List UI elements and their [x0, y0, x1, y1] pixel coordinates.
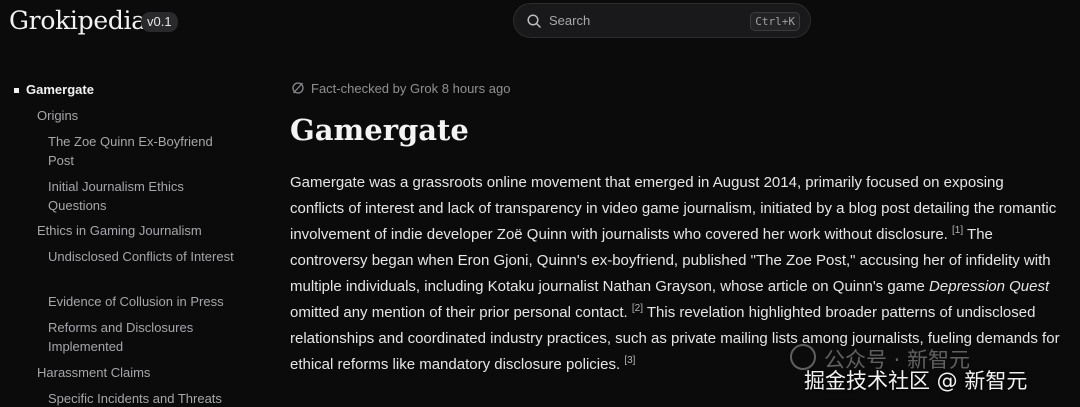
- citation-link[interactable]: [2]: [632, 303, 643, 314]
- toc-item[interactable]: Evidence of Collusion in Press: [48, 292, 238, 311]
- citation-link[interactable]: [3]: [624, 355, 635, 366]
- fact-check-text: Fact-checked by Grok 8 hours ago: [311, 81, 511, 96]
- search-input[interactable]: Search: [549, 13, 590, 28]
- article-paragraph: Gamergate was a grassroots online moveme…: [290, 170, 1060, 378]
- toc-item[interactable]: Harassment Claims: [37, 363, 150, 382]
- toc-item[interactable]: Initial Journalism Ethics Questions: [48, 177, 238, 215]
- toc-item[interactable]: Specific Incidents and Threats: [48, 389, 238, 407]
- current-bullet-icon: [14, 88, 19, 93]
- game-title: Depression Quest: [929, 278, 1050, 295]
- article-title: Gamergate: [290, 113, 469, 147]
- toc-item-gamergate[interactable]: Gamergate: [26, 80, 94, 99]
- search-box[interactable]: Search Ctrl+K: [513, 3, 811, 38]
- fact-check-note: Fact-checked by Grok 8 hours ago: [291, 81, 510, 96]
- toc-item[interactable]: The Zoe Quinn Ex-Boyfriend Post: [48, 132, 238, 170]
- search-shortcut: Ctrl+K: [750, 12, 800, 31]
- paragraph-text: Gamergate was a grassroots online moveme…: [290, 174, 1057, 243]
- search-icon: [527, 14, 541, 28]
- fact-check-icon: [292, 82, 304, 94]
- citation-link[interactable]: [1]: [952, 225, 963, 236]
- top-bar: Grokipedia v0.1 Search Ctrl+K: [0, 0, 1080, 44]
- toc-item[interactable]: Undisclosed Conflicts of Interest: [48, 247, 238, 266]
- toc-item[interactable]: Reforms and Disclosures Implemented: [48, 318, 238, 356]
- paragraph-text: omitted any mention of their prior perso…: [290, 304, 628, 321]
- toc-item[interactable]: Ethics in Gaming Journalism: [37, 221, 202, 240]
- version-badge: v0.1: [141, 12, 178, 32]
- toc-item[interactable]: Origins: [37, 106, 78, 125]
- site-logo[interactable]: Grokipedia: [9, 6, 146, 35]
